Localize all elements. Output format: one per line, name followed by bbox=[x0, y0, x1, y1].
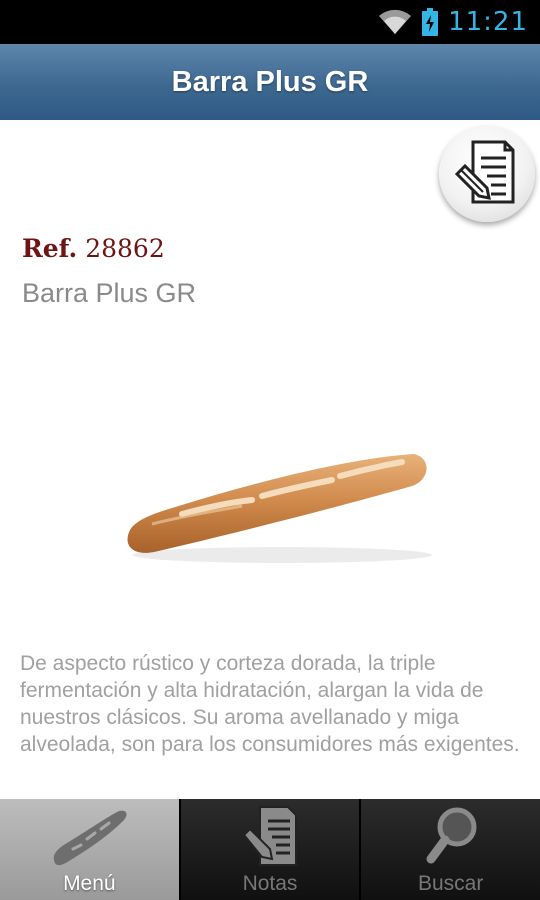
tab-menu[interactable]: Menú bbox=[0, 799, 179, 900]
ref-number: 28862 bbox=[85, 234, 165, 263]
tab-notes[interactable]: Notas bbox=[178, 799, 360, 900]
bottom-tab-bar: Menú Notas Buscar bbox=[0, 799, 540, 900]
ref-label: Ref. bbox=[22, 234, 78, 263]
tab-search[interactable]: Buscar bbox=[359, 799, 540, 900]
tab-notes-label: Notas bbox=[242, 872, 298, 895]
wifi-icon bbox=[379, 9, 412, 34]
add-note-button[interactable] bbox=[439, 126, 535, 222]
status-time: 11:21 bbox=[448, 7, 528, 37]
page-title: Barra Plus GR bbox=[171, 66, 369, 98]
tab-search-label: Buscar bbox=[418, 872, 484, 895]
notes-icon bbox=[242, 806, 297, 866]
baguette-bread-image bbox=[127, 454, 432, 563]
battery-charging-icon bbox=[422, 8, 439, 36]
tab-menu-label: Menú bbox=[63, 872, 116, 895]
product-reference: Ref. 28862 bbox=[22, 234, 165, 263]
product-description: De aspecto rústico y corteza dorada, la … bbox=[20, 652, 520, 756]
product-name: Barra Plus GR bbox=[22, 278, 197, 308]
bread-icon bbox=[54, 810, 127, 866]
title-bar: Barra Plus GR bbox=[0, 44, 540, 120]
status-bar: 11:21 bbox=[0, 0, 540, 44]
status-icons: 11:21 bbox=[378, 0, 528, 44]
edit-note-icon bbox=[454, 140, 515, 204]
magnifier-icon bbox=[426, 807, 477, 864]
